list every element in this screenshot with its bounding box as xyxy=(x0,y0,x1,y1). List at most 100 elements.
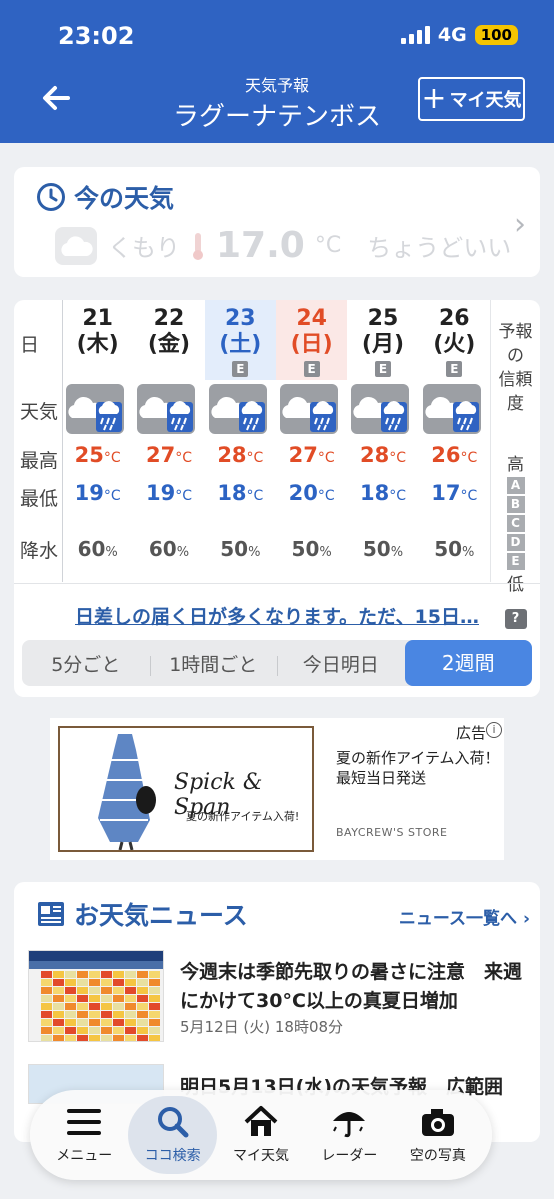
reliability-badge: E xyxy=(232,361,249,377)
map-cell xyxy=(113,1027,124,1034)
forecast-day-21[interactable]: 21 (木) 25°C 19°C 60% xyxy=(62,300,133,582)
map-cell xyxy=(65,1035,76,1041)
range-tab-3[interactable]: 2週間 xyxy=(404,640,532,686)
add-my-weather-button[interactable]: + マイ天気 xyxy=(418,77,525,121)
high-temp: 26°C xyxy=(419,443,490,467)
forecast-days[interactable]: 21 (木) 25°C 19°C 60% 22 (金) 27°C 19°C 60% 23 (土) E 28… xyxy=(62,300,490,582)
map-cell xyxy=(53,995,64,1002)
forecast-day-22[interactable]: 22 (金) 27°C 19°C 60% xyxy=(133,300,204,582)
feel-text: ちょうどいい xyxy=(367,234,512,262)
forecast-day-24[interactable]: 24 (日) E 27°C 20°C 50% xyxy=(275,300,348,582)
day-weekday: (月) xyxy=(361,332,405,357)
map-cell xyxy=(41,1003,52,1010)
map-cell xyxy=(149,987,160,994)
ad-text-line2: 最短当日発送 xyxy=(336,769,427,787)
temp-unit: °C xyxy=(103,450,121,466)
tab-radar[interactable]: レーダー xyxy=(305,1096,393,1174)
temp-unit: °C xyxy=(175,488,192,504)
rain-chance: 60% xyxy=(62,537,133,561)
map-cell xyxy=(149,1003,160,1010)
ad-banner[interactable]: Spick & Span 夏の新作アイテム入荷! 広告 i 夏の新作アイテム入荷… xyxy=(50,718,504,860)
temp-unit: °C xyxy=(389,450,406,466)
forecast-day-26[interactable]: 26 (火) E 26°C 17°C 50% xyxy=(419,300,490,582)
day-weekday: (日) xyxy=(290,332,333,357)
high-temp-value: 25 xyxy=(74,443,104,467)
rain-unit: % xyxy=(105,545,118,560)
rain-chance: 50% xyxy=(347,537,418,561)
temp-unit: °C xyxy=(389,488,406,504)
current-weather-card[interactable]: 今の天気 くもり 17.0 °C ちょうどいい › xyxy=(14,167,540,277)
battery-badge: 100 xyxy=(474,25,518,45)
map-cell xyxy=(77,1035,88,1041)
ad-store: BAYCREW'S STORE xyxy=(336,826,448,839)
dress-illustration xyxy=(98,734,156,850)
low-temp-value: 18 xyxy=(217,481,247,505)
map-cell xyxy=(101,1003,112,1010)
news-more-label: ニュース一覧へ xyxy=(398,909,518,929)
map-cell xyxy=(137,1035,148,1041)
tab-menu-label: メニュー xyxy=(56,1148,113,1164)
map-cell xyxy=(125,987,136,994)
tab-sky-photo[interactable]: 空の写真 xyxy=(394,1096,482,1174)
news-thumbnail[interactable] xyxy=(28,950,164,1042)
map-cell xyxy=(53,1027,64,1034)
map-cell xyxy=(101,971,112,978)
range-tab-1[interactable]: 1時間ごと xyxy=(149,650,278,677)
map-cell xyxy=(125,971,136,978)
rain-chance: 50% xyxy=(419,537,490,561)
high-temp: 28°C xyxy=(205,443,276,467)
map-cell xyxy=(65,1003,76,1010)
low-temp-value: 17 xyxy=(431,481,461,505)
range-tab-0[interactable]: 5分ごと xyxy=(22,650,150,677)
reliability-high: 高 xyxy=(507,455,524,475)
ad-text-line1: 夏の新作アイテム入荷！ xyxy=(336,749,500,767)
reliability-title: 予報の 信頼度 xyxy=(491,320,540,416)
low-temp: 18°C xyxy=(205,481,276,505)
rain-chance: 50% xyxy=(276,537,347,561)
low-temp-value: 19 xyxy=(145,481,176,505)
forecast-day-23[interactable]: 23 (土) E 28°C 18°C 50% xyxy=(204,300,276,582)
grade-e: E xyxy=(506,553,525,570)
news-item-title[interactable]: 今週末は季節先取りの暑さに注意 来週にかけて30°C以上の真夏日増加 xyxy=(180,958,530,1016)
tab-radar-label: レーダー xyxy=(321,1148,378,1164)
map-cell xyxy=(53,1011,64,1018)
map-cell xyxy=(137,1027,148,1034)
map-cell xyxy=(149,1035,160,1041)
high-temp-value: 28 xyxy=(217,443,247,467)
grade-c: C xyxy=(506,515,525,532)
thermometer-icon xyxy=(193,232,203,260)
map-cell xyxy=(125,1011,136,1018)
map-cell xyxy=(53,979,64,986)
day-date: 21 xyxy=(82,306,113,331)
temp-unit: °C xyxy=(460,488,478,504)
tab-menu[interactable]: メニュー xyxy=(40,1096,128,1174)
map-cell xyxy=(53,1003,64,1010)
map-cell xyxy=(113,1035,124,1041)
forecast-summary-link[interactable]: 日差しの届く日が多くなります。ただ、15日… xyxy=(14,602,540,629)
range-tab-2[interactable]: 今日明日 xyxy=(277,650,405,677)
search-icon xyxy=(157,1107,189,1138)
map-cell xyxy=(113,1019,124,1026)
tab-search[interactable]: ココ検索 xyxy=(128,1096,217,1174)
map-cell xyxy=(77,971,88,978)
day-header: 23 (土) E xyxy=(204,300,276,380)
forecast-divider xyxy=(14,583,540,584)
day-date: 24 xyxy=(296,306,327,331)
grade-a: A xyxy=(506,477,525,494)
map-cell xyxy=(89,987,100,994)
map-cell xyxy=(149,971,160,978)
forecast-day-25[interactable]: 25 (月) E 28°C 18°C 50% xyxy=(347,300,418,582)
label-rain: 降水 xyxy=(20,540,59,562)
map-cell xyxy=(77,1011,88,1018)
day-header: 24 (日) E xyxy=(275,300,348,380)
rain-unit: % xyxy=(176,545,190,560)
rain-unit: % xyxy=(319,545,332,560)
map-cell xyxy=(137,1019,148,1026)
info-icon[interactable]: i xyxy=(486,722,502,738)
forecast-range-tabs[interactable]: 5分ごと 1時間ごと 今日明日 2週間 xyxy=(22,640,532,686)
tab-my-weather[interactable]: マイ天気 xyxy=(217,1096,305,1174)
map-cell xyxy=(89,1027,100,1034)
cloud-rain-icon xyxy=(351,384,410,434)
tab-my-weather-label: マイ天気 xyxy=(233,1148,290,1164)
news-list-link[interactable]: ニュース一覧へ › xyxy=(399,904,530,929)
